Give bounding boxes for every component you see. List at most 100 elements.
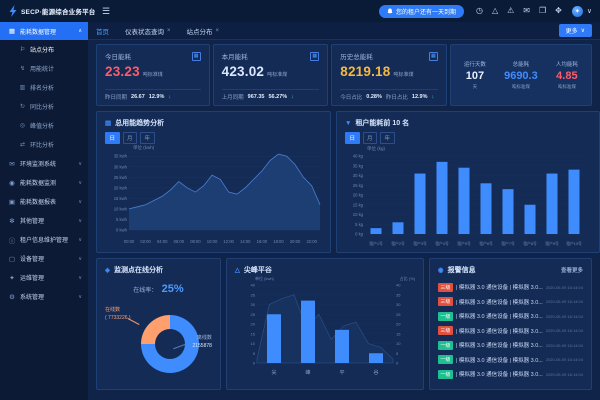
- sidebar-item-能耗数据管理[interactable]: ▦能耗数据管理∧: [0, 22, 88, 40]
- view-more-link[interactable]: 查看更多: [561, 266, 583, 274]
- svg-text:40: 40: [396, 283, 401, 288]
- tab-首页[interactable]: 首页: [96, 26, 109, 36]
- sidebar-subitem-环比分析[interactable]: ⇄环比分析: [0, 135, 88, 154]
- header-icon-group: ◷ △ ⚠ ✉ ❐ ✥: [476, 7, 562, 15]
- svg-text:14:00: 14:00: [240, 239, 251, 244]
- environment-icon: ✉: [8, 160, 16, 168]
- sidebar-item-运维管理[interactable]: ✦运维管理∨: [0, 268, 88, 287]
- menu-toggle-icon[interactable]: ☰: [102, 6, 110, 17]
- calendar-icon[interactable]: ▦: [192, 52, 201, 61]
- alarm-row[interactable]: 三级| 模拟器 3.0 通信设备 | 模拟器 3.0...2020-05-09 …: [438, 280, 583, 295]
- svg-text:12:00: 12:00: [223, 239, 234, 244]
- period-tab-月[interactable]: 月: [123, 132, 138, 144]
- more-button[interactable]: 更多∨: [559, 24, 592, 37]
- peak-icon: ◎: [19, 122, 26, 129]
- svg-text:18:00: 18:00: [273, 239, 284, 244]
- sidebar-subitem-同比分析[interactable]: ↻同比分析: [0, 97, 88, 116]
- peak-valley-chart: 00551010151520202525303035354040单位 (kwh)…: [235, 275, 417, 377]
- bell-icon: [387, 8, 393, 15]
- stat-unit: 吨标准煤: [393, 71, 413, 78]
- sidebar-item-环境监测系统[interactable]: ✉环境监测系统∨: [0, 154, 88, 173]
- sidebar-item-其他管理[interactable]: ✻其他管理∨: [0, 211, 88, 230]
- overview-card: 运行天数107天总能耗9690.3吨标准煤人均能耗4.85吨标准煤: [450, 44, 592, 106]
- sidebar-subitem-排名分析[interactable]: ▥排名分析: [0, 78, 88, 97]
- logo-icon: [8, 5, 18, 17]
- avatar[interactable]: ✦: [572, 6, 583, 17]
- trend-icon: ▤: [105, 119, 111, 127]
- alarm-message: | 模拟器 3.0 通信设备 | 模拟器 3.0...: [456, 370, 543, 378]
- history-icon[interactable]: ◷: [476, 7, 483, 15]
- alarm-row[interactable]: 一级| 模拟器 3.0 通信设备 | 模拟器 3.0...2020-05-09 …: [438, 309, 583, 324]
- period-tab-年[interactable]: 年: [380, 132, 395, 144]
- close-tab-icon[interactable]: ×: [216, 28, 220, 34]
- chevron-down-icon: ∨: [78, 294, 82, 300]
- period-tab-月[interactable]: 月: [363, 132, 378, 144]
- svg-text:35: 35: [250, 292, 255, 297]
- windows-icon[interactable]: ❐: [539, 7, 546, 15]
- usage-icon: ↯: [19, 65, 26, 72]
- sidebar-subitem-峰值分析[interactable]: ◎峰值分析: [0, 116, 88, 135]
- alarm-row[interactable]: 三级| 模拟器 3.0 通信设备 | 模拟器 3.0...2020-05-09 …: [438, 295, 583, 310]
- svg-text:5 kg: 5 kg: [355, 222, 364, 227]
- peak-valley-title: △ 尖峰平谷: [235, 265, 415, 275]
- svg-text:20 kg: 20 kg: [353, 193, 364, 198]
- close-tab-icon[interactable]: ×: [167, 28, 171, 34]
- svg-text:08:00: 08:00: [190, 239, 201, 244]
- alarm-row[interactable]: 一级| 模拟器 3.0 通信设备 | 模拟器 3.0...2020-05-09 …: [438, 353, 583, 368]
- alert-icon[interactable]: ⚠: [507, 7, 514, 15]
- svg-text:20 kwh: 20 kwh: [114, 185, 128, 190]
- svg-text:租户10号: 租户10号: [566, 241, 582, 246]
- alarm-row[interactable]: 一级| 模拟器 3.0 通信设备 | 模拟器 3.0...2020-05-09 …: [438, 338, 583, 353]
- chevron-down-icon: ∨: [78, 161, 82, 167]
- svg-text:单位 (kwh): 单位 (kwh): [133, 144, 155, 151]
- overview-运行天数: 运行天数107天: [464, 60, 486, 90]
- online-chart-title: ◈ 监测点在线分析: [105, 265, 212, 275]
- stat-value: 8219.18吨标准煤: [340, 64, 438, 79]
- funnel-icon: ▼: [345, 120, 351, 127]
- chevron-down-icon: ∨: [78, 199, 82, 205]
- sidebar-item-租户信息维护管理[interactable]: ⓘ租户信息维护管理∨: [0, 230, 88, 249]
- sidebar-item-设备管理[interactable]: ▢设备管理∨: [0, 249, 88, 268]
- sidebar-subitem-用能统计[interactable]: ↯用能统计: [0, 59, 88, 78]
- svg-text:25: 25: [396, 312, 401, 317]
- svg-text:35 kg: 35 kg: [353, 163, 364, 168]
- calendar-icon[interactable]: ▦: [429, 52, 438, 61]
- trend-down-icon: ↓: [432, 94, 435, 100]
- period-tab-日[interactable]: 日: [105, 132, 120, 144]
- period-tab-日[interactable]: 日: [345, 132, 360, 144]
- tenant-expiry-notice[interactable]: 您的租户还有一天到期: [379, 5, 464, 18]
- stat-card-历史总能耗: 历史总能耗▦8219.18吨标准煤今日占比0.28%昨日占比12.9%↓: [331, 44, 447, 106]
- svg-text:25 kg: 25 kg: [353, 183, 364, 188]
- svg-text:30 kwh: 30 kwh: [114, 164, 128, 169]
- chevron-down-icon: ∨: [78, 256, 82, 262]
- device-icon: ▢: [8, 255, 16, 263]
- tenant-icon: ⓘ: [8, 235, 16, 245]
- sidebar-item-能耗数据报表[interactable]: ▣能耗数据报表∨: [0, 192, 88, 211]
- sidebar-item-系统管理[interactable]: ⚙系统管理∨: [0, 287, 88, 306]
- alarm-level-badge: 三级: [438, 283, 453, 292]
- svg-text:平: 平: [339, 370, 344, 376]
- message-icon[interactable]: ✉: [523, 7, 530, 15]
- sidebar-item-能耗数据监测[interactable]: ◉能耗数据监测∨: [0, 173, 88, 192]
- svg-text:15: 15: [396, 331, 401, 336]
- alarm-level-badge: 三级: [438, 297, 453, 306]
- warning-icon[interactable]: △: [492, 7, 498, 15]
- calendar-icon[interactable]: ▦: [310, 52, 319, 61]
- yoy-icon: ↻: [19, 103, 26, 110]
- chevron-down-icon[interactable]: ∨: [587, 7, 592, 15]
- fullscreen-icon[interactable]: ✥: [555, 7, 562, 15]
- period-tab-年[interactable]: 年: [140, 132, 155, 144]
- stats-row: 今日能耗▦23.23吨标准煤昨日同期26.6712.9%↓本月能耗▦423.02…: [96, 44, 592, 106]
- sidebar-subitem-站点分布[interactable]: ⚐站点分布: [0, 40, 88, 59]
- trend-down-icon: ↓: [291, 94, 294, 100]
- app-logo: SECP·能源综合业务平台: [8, 5, 92, 17]
- mountain-icon: △: [235, 266, 240, 274]
- donut-chart: 在线数 ( 7733226 ) 离线数 2155878: [105, 299, 212, 387]
- tab-仪表状态查询[interactable]: 仪表状态查询×: [125, 26, 171, 36]
- tab-站点分布[interactable]: 站点分布×: [187, 26, 220, 36]
- alarm-row[interactable]: 三级| 模拟器 3.0 通信设备 | 模拟器 3.0...2020-05-09 …: [438, 324, 583, 339]
- svg-text:租户7号: 租户7号: [501, 241, 515, 246]
- rank-icon: ▥: [19, 84, 26, 91]
- alarm-row[interactable]: 一级| 模拟器 3.0 通信设备 | 模拟器 3.0...2020-05-09 …: [438, 367, 583, 382]
- monitor-icon: ◈: [105, 266, 110, 274]
